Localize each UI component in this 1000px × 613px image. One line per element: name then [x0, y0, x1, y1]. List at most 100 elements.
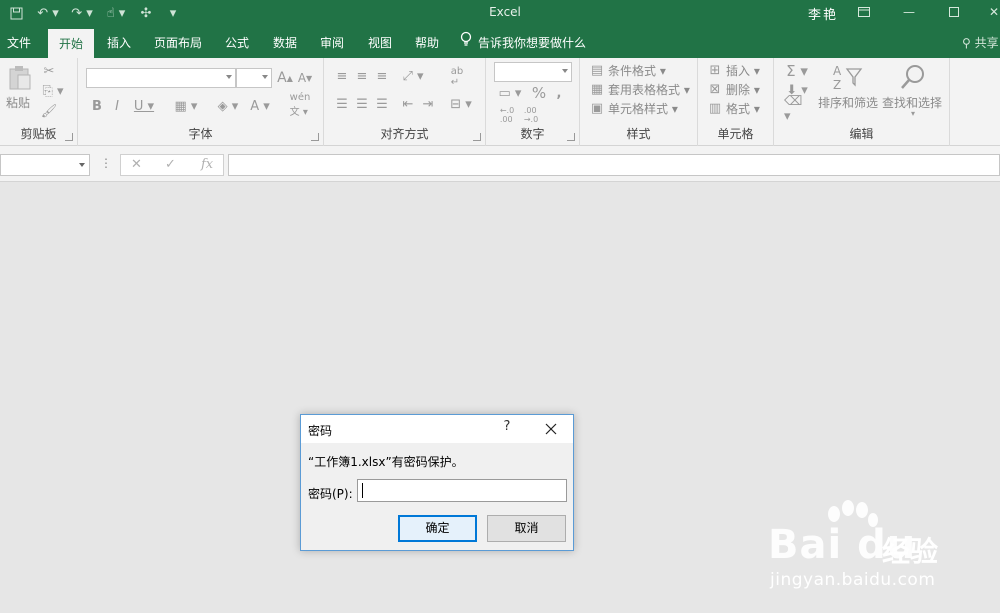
format-cells-button[interactable]: 格式 ▾	[726, 100, 760, 117]
find-select-icon[interactable]	[898, 62, 928, 92]
paste-label[interactable]: 粘贴	[6, 94, 30, 111]
password-label: 密码(P):	[308, 487, 353, 501]
insert-function-icon[interactable]: fx	[201, 157, 213, 172]
ribbon-display-icon[interactable]	[852, 2, 876, 22]
ribbon-tabs: 文件 开始 插入 页面布局 公式 数据 审阅 视图 帮助 告诉我你想要做什么 ⚲…	[0, 28, 1000, 58]
align-center-icon[interactable]: ☰	[354, 96, 370, 112]
minimize-icon[interactable]: —	[897, 2, 921, 22]
cell-styles-icon: ▣	[590, 100, 604, 116]
insert-cells-button[interactable]: 插入 ▾	[726, 62, 760, 79]
window-title: Excel	[489, 5, 521, 19]
svg-text:Z: Z	[833, 78, 841, 91]
enter-formula-icon[interactable]: ✓	[165, 157, 176, 172]
borders-icon[interactable]: ▦ ▾	[170, 96, 202, 116]
delete-cells-button[interactable]: 删除 ▾	[726, 81, 760, 98]
fill-color-icon[interactable]: ◈ ▾	[212, 96, 244, 116]
conditional-format-button[interactable]: 条件格式 ▾	[608, 62, 666, 79]
italic-icon[interactable]: I	[110, 96, 124, 116]
increase-indent-icon[interactable]: ⇥	[420, 96, 436, 112]
save-icon[interactable]	[6, 3, 26, 23]
decrease-decimal-icon[interactable]: .00 →.0	[520, 104, 542, 126]
copy-icon[interactable]: ⎘ ▾	[40, 82, 66, 100]
align-right-icon[interactable]: ☰	[374, 96, 390, 112]
share-button[interactable]: ⚲ 共享	[962, 28, 999, 58]
formula-bar-grip-icon[interactable]: ⋮	[100, 156, 112, 170]
find-select-dropdown-icon[interactable]: ▾	[908, 108, 918, 118]
cut-icon[interactable]: ✂	[40, 62, 58, 80]
bottom-align-icon[interactable]: ≡	[374, 68, 390, 84]
format-as-table-icon: ▦	[590, 81, 604, 97]
cancel-button[interactable]: 取消	[487, 515, 566, 542]
tab-home[interactable]: 开始	[48, 29, 94, 58]
paste-icon[interactable]	[6, 64, 34, 92]
comma-style-icon[interactable]: ,	[552, 84, 566, 102]
font-launcher-icon[interactable]	[311, 133, 319, 141]
accounting-format-icon[interactable]: ▭ ▾	[496, 84, 524, 102]
watermark-suffix: 经验	[882, 535, 939, 568]
share-label: 共享	[974, 36, 999, 50]
formula-bar: ⋮ ✕ ✓ fx	[0, 146, 1000, 182]
touch-mode-icon[interactable]: ☝ ▾	[102, 3, 130, 23]
format-as-table-button[interactable]: 套用表格格式 ▾	[608, 81, 690, 98]
tab-file[interactable]: 文件	[0, 28, 38, 58]
tab-review[interactable]: 审阅	[313, 28, 351, 58]
tab-insert[interactable]: 插入	[100, 28, 138, 58]
percent-icon[interactable]: %	[530, 84, 548, 102]
top-align-icon[interactable]: ≡	[334, 68, 350, 84]
font-color-icon[interactable]: A ▾	[246, 96, 274, 116]
clear-icon[interactable]: ⌫ ▾	[784, 94, 810, 124]
cancel-formula-icon[interactable]: ✕	[131, 157, 142, 172]
dialog-close-button[interactable]	[539, 417, 563, 441]
redo-icon[interactable]: ↷ ▾	[68, 3, 96, 23]
bold-icon[interactable]: B	[90, 96, 104, 116]
watermark-url: jingyan.baidu.com	[770, 570, 936, 590]
name-box[interactable]	[0, 154, 90, 176]
sort-filter-label[interactable]: 排序和筛选	[818, 94, 878, 111]
password-input[interactable]	[357, 479, 567, 502]
alignment-group-label: 对齐方式	[380, 127, 429, 141]
formula-input[interactable]	[228, 154, 1000, 176]
alignment-launcher-icon[interactable]	[473, 133, 481, 141]
clipboard-launcher-icon[interactable]	[65, 133, 73, 141]
undo-icon[interactable]: ↶ ▾	[34, 3, 62, 23]
decrease-indent-icon[interactable]: ⇤	[400, 96, 416, 112]
phonetic-icon[interactable]: wén 文 ▾	[284, 92, 316, 118]
number-format-combo[interactable]	[494, 62, 572, 82]
text-caret	[362, 483, 363, 498]
quick-access-menu-icon[interactable]: ▾	[166, 3, 180, 23]
tab-help[interactable]: 帮助	[408, 28, 446, 58]
customize-icon[interactable]: ✣	[136, 3, 156, 23]
password-dialog: 密码 ? “工作簿1.xlsx”有密码保护。 密码(P): 确定 取消	[300, 414, 574, 551]
decrease-font-icon[interactable]: A ▼	[296, 68, 314, 88]
dialog-title-bar: 密码 ?	[301, 415, 573, 443]
increase-decimal-icon[interactable]: ←.0.00	[496, 104, 518, 126]
maximize-icon[interactable]	[942, 2, 966, 22]
dialog-title: 密码	[308, 424, 333, 438]
tab-data[interactable]: 数据	[266, 28, 304, 58]
align-left-icon[interactable]: ☰	[334, 96, 350, 112]
close-icon[interactable]: ✕	[982, 2, 1000, 22]
merge-center-icon[interactable]: ⊟ ▾	[448, 96, 474, 112]
clipboard-group: 粘贴 ✂ ⎘ ▾ 🖌 剪贴板	[0, 58, 78, 146]
cell-styles-button[interactable]: 单元格样式 ▾	[608, 100, 678, 117]
underline-icon[interactable]: U ▾	[132, 96, 156, 116]
ok-button[interactable]: 确定	[398, 515, 477, 542]
cells-group-label: 单元格	[717, 127, 754, 141]
format-painter-icon[interactable]: 🖌	[40, 102, 58, 120]
middle-align-icon[interactable]: ≡	[354, 68, 370, 84]
tell-me-box[interactable]: 告诉我你想要做什么	[460, 28, 586, 58]
tab-view[interactable]: 视图	[361, 28, 399, 58]
user-name[interactable]: 李艳	[808, 4, 838, 23]
tab-formulas[interactable]: 公式	[218, 28, 256, 58]
help-button[interactable]: ?	[499, 419, 515, 439]
increase-font-icon[interactable]: A ▲	[276, 68, 294, 88]
number-launcher-icon[interactable]	[567, 133, 575, 141]
font-name-combo[interactable]	[86, 68, 236, 88]
name-box-dropdown-icon[interactable]	[79, 163, 85, 167]
autosum-icon[interactable]: Σ ▾	[784, 62, 810, 80]
orientation-icon[interactable]: ⤢ ▾	[400, 68, 426, 84]
tab-page-layout[interactable]: 页面布局	[148, 28, 208, 58]
font-size-combo[interactable]	[236, 68, 272, 88]
sort-filter-icon[interactable]: AZ	[830, 62, 864, 92]
wrap-text-icon[interactable]: ab ↵	[448, 66, 466, 88]
